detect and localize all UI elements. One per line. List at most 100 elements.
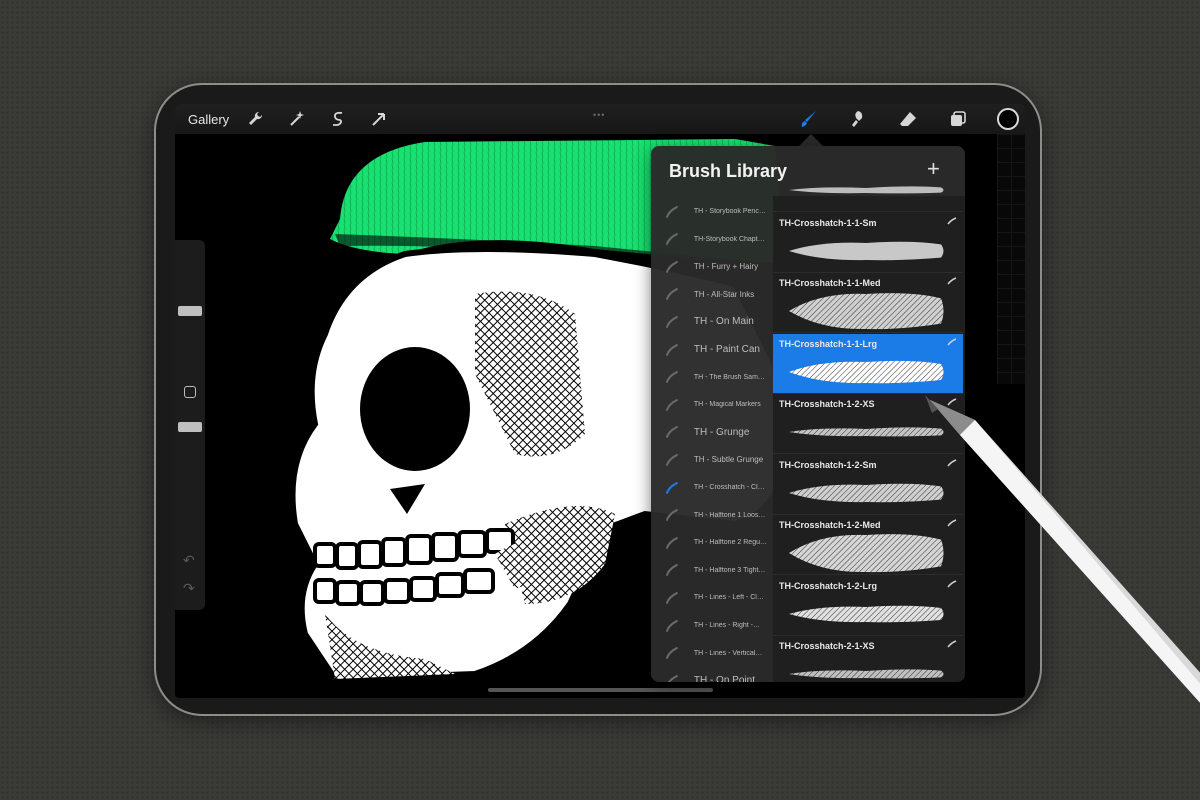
brush-item[interactable]: TH-Crosshatch-2-1-XS bbox=[773, 636, 963, 682]
brush-stroke-preview bbox=[789, 360, 944, 383]
brush-set-label: TH - Lines - Vertical… bbox=[693, 649, 763, 657]
brush-set-label: TH - Lines - Right -… bbox=[693, 622, 760, 629]
brush-set-label: TH - Paint Can bbox=[693, 344, 760, 355]
brush-set-label: TH - The Brush Sam… bbox=[693, 373, 765, 381]
magic-wand-icon[interactable] bbox=[286, 109, 306, 129]
brush-set-label: TH - On Main bbox=[693, 316, 754, 328]
brush-list: TH-Crosshatch-1-1-Sm TH-Crosshatch-1-1-Me… bbox=[773, 186, 965, 682]
brush-library-panel: Brush Library + TH - Storybook Penc… TH-S… bbox=[651, 146, 965, 682]
brush-stroke-icon bbox=[665, 205, 678, 218]
brush-type-icon bbox=[947, 216, 957, 224]
brush-item[interactable]: TH-Crosshatch-1-1-Sm bbox=[773, 213, 963, 273]
brush-item[interactable]: TH-Crosshatch-1-2-Sm bbox=[773, 455, 963, 515]
brush-type-icon bbox=[947, 579, 957, 587]
brush-stroke-icon bbox=[665, 509, 678, 522]
brush-set-item[interactable]: TH - Halftone 3 Tight… bbox=[651, 557, 773, 584]
brush-set-item[interactable]: TH-Storybook Chapt… bbox=[651, 226, 773, 253]
brush-item-partial[interactable] bbox=[773, 152, 963, 212]
brush-stroke-icon bbox=[665, 647, 678, 660]
brush-set-label: TH - Magical Markers bbox=[693, 401, 761, 409]
undo-icon[interactable]: ↶ bbox=[183, 552, 195, 569]
brush-stroke-preview bbox=[789, 669, 944, 679]
toolbar-grabber[interactable]: ••• bbox=[593, 110, 605, 120]
brush-opacity-slider[interactable] bbox=[178, 422, 202, 432]
smudge-icon[interactable] bbox=[848, 109, 868, 129]
brush-set-item[interactable]: TH - Grunge bbox=[651, 419, 773, 446]
brush-stroke-preview bbox=[789, 483, 944, 502]
brush-set-label: TH - On Point bbox=[693, 675, 755, 682]
brush-size-slider[interactable] bbox=[178, 306, 202, 316]
brush-set-label: TH - Furry + Hairy bbox=[693, 262, 759, 272]
brush-set-label: TH - Grunge bbox=[693, 426, 750, 438]
brush-set-item[interactable]: TH - The Brush Sam… bbox=[651, 364, 773, 391]
brush-stroke-icon bbox=[665, 453, 678, 466]
color-well[interactable] bbox=[997, 108, 1019, 130]
brush-item[interactable]: TH-Crosshatch-1-2-XS bbox=[773, 394, 963, 454]
transform-arrow-icon[interactable] bbox=[369, 109, 389, 129]
brush-type-icon bbox=[947, 519, 957, 527]
gallery-button[interactable]: Gallery bbox=[188, 112, 229, 127]
eraser-icon[interactable] bbox=[898, 109, 918, 129]
brush-name: TH-Crosshatch-1-2-XS bbox=[779, 399, 875, 409]
redo-icon[interactable]: ↷ bbox=[183, 580, 195, 597]
brush-set-item[interactable]: TH - On Point bbox=[651, 667, 773, 682]
brush-set-item[interactable]: TH - Storybook Penc… bbox=[651, 198, 773, 225]
brush-type-icon bbox=[947, 337, 957, 345]
top-toolbar: Gallery ••• bbox=[175, 104, 1025, 134]
brush-icon[interactable] bbox=[799, 109, 819, 129]
brush-set-label: TH - Storybook Penc… bbox=[693, 208, 766, 215]
brush-set-item[interactable]: TH - Furry + Hairy bbox=[651, 253, 773, 280]
brush-type-icon bbox=[947, 277, 957, 285]
brush-type-icon bbox=[947, 640, 957, 648]
brush-name: TH-Crosshatch-1-2-Lrg bbox=[779, 580, 878, 591]
brush-set-item[interactable]: TH - Lines - Left - Cl… bbox=[651, 584, 773, 611]
brush-stroke-icon bbox=[665, 536, 678, 549]
brush-stroke-preview bbox=[789, 427, 944, 437]
brush-stroke-icon bbox=[665, 233, 678, 246]
brush-set-item[interactable]: TH - Halftone 1 Loos… bbox=[651, 502, 773, 529]
brush-set-item[interactable]: TH - Lines - Vertical… bbox=[651, 640, 773, 667]
brush-set-label: TH - Lines - Left - Cl… bbox=[693, 594, 764, 602]
brush-stroke-preview bbox=[789, 605, 944, 622]
brush-set-item[interactable]: TH - Paint Can bbox=[651, 336, 773, 363]
brush-stroke-icon bbox=[665, 426, 678, 439]
home-indicator bbox=[488, 688, 713, 692]
brush-set-label: TH - Halftone 1 Loos… bbox=[693, 511, 766, 519]
brush-set-list: TH - Storybook Penc… TH-Storybook Chapt… T… bbox=[651, 198, 773, 682]
brush-name: TH-Crosshatch-1-2-Med bbox=[779, 520, 881, 530]
wrench-icon[interactable] bbox=[245, 109, 265, 129]
brush-set-item[interactable]: TH - Lines - Right -… bbox=[651, 612, 773, 639]
brush-stroke-icon bbox=[665, 288, 678, 301]
brush-stroke-icon bbox=[665, 481, 678, 494]
brush-stroke-icon bbox=[665, 619, 678, 632]
brush-set-item[interactable]: TH - All-Star Inks bbox=[651, 281, 773, 308]
brush-set-label: TH - Crosshatch - Cl… bbox=[693, 484, 765, 491]
eye-socket bbox=[360, 347, 470, 471]
brush-item[interactable]: TH-Crosshatch-1-1-Med bbox=[773, 273, 963, 333]
modify-button[interactable] bbox=[184, 386, 196, 398]
canvas-grid-edge bbox=[997, 134, 1025, 384]
brush-set-item[interactable]: TH - Subtle Grunge bbox=[651, 446, 773, 473]
brush-set-label: TH - All-Star Inks bbox=[693, 289, 755, 299]
brush-name: TH-Crosshatch-2-1-XS bbox=[779, 641, 875, 651]
brush-item[interactable]: TH-Crosshatch-1-1-Lrg bbox=[773, 333, 963, 394]
brush-stroke-icon bbox=[665, 371, 678, 384]
selection-icon[interactable] bbox=[328, 109, 348, 129]
brush-name: TH-Crosshatch-1-1-Lrg bbox=[779, 338, 878, 349]
brush-set-item[interactable]: TH - On Main bbox=[651, 308, 773, 335]
layers-icon[interactable] bbox=[948, 109, 968, 129]
left-sidebar: ↶ ↷ bbox=[175, 240, 205, 610]
panel-title: Brush Library bbox=[669, 161, 788, 181]
brush-type-icon bbox=[947, 458, 957, 466]
brush-stroke-preview bbox=[789, 241, 944, 260]
brush-set-item[interactable]: TH - Magical Markers bbox=[651, 391, 773, 418]
brush-type-icon bbox=[947, 398, 957, 406]
brush-set-label: TH - Subtle Grunge bbox=[693, 455, 764, 465]
brush-stroke-icon bbox=[665, 343, 678, 356]
brush-set-item[interactable]: TH - Halftone 2 Regu… bbox=[651, 529, 773, 556]
brush-stroke-icon bbox=[665, 564, 678, 577]
brush-set-item[interactable]: TH - Crosshatch - Cl… bbox=[651, 474, 773, 501]
brush-item[interactable]: TH-Crosshatch-1-2-Med bbox=[773, 515, 963, 575]
brush-item[interactable]: TH-Crosshatch-1-2-Lrg bbox=[773, 576, 963, 636]
brush-name: TH-Crosshatch-1-2-Sm bbox=[779, 459, 877, 470]
